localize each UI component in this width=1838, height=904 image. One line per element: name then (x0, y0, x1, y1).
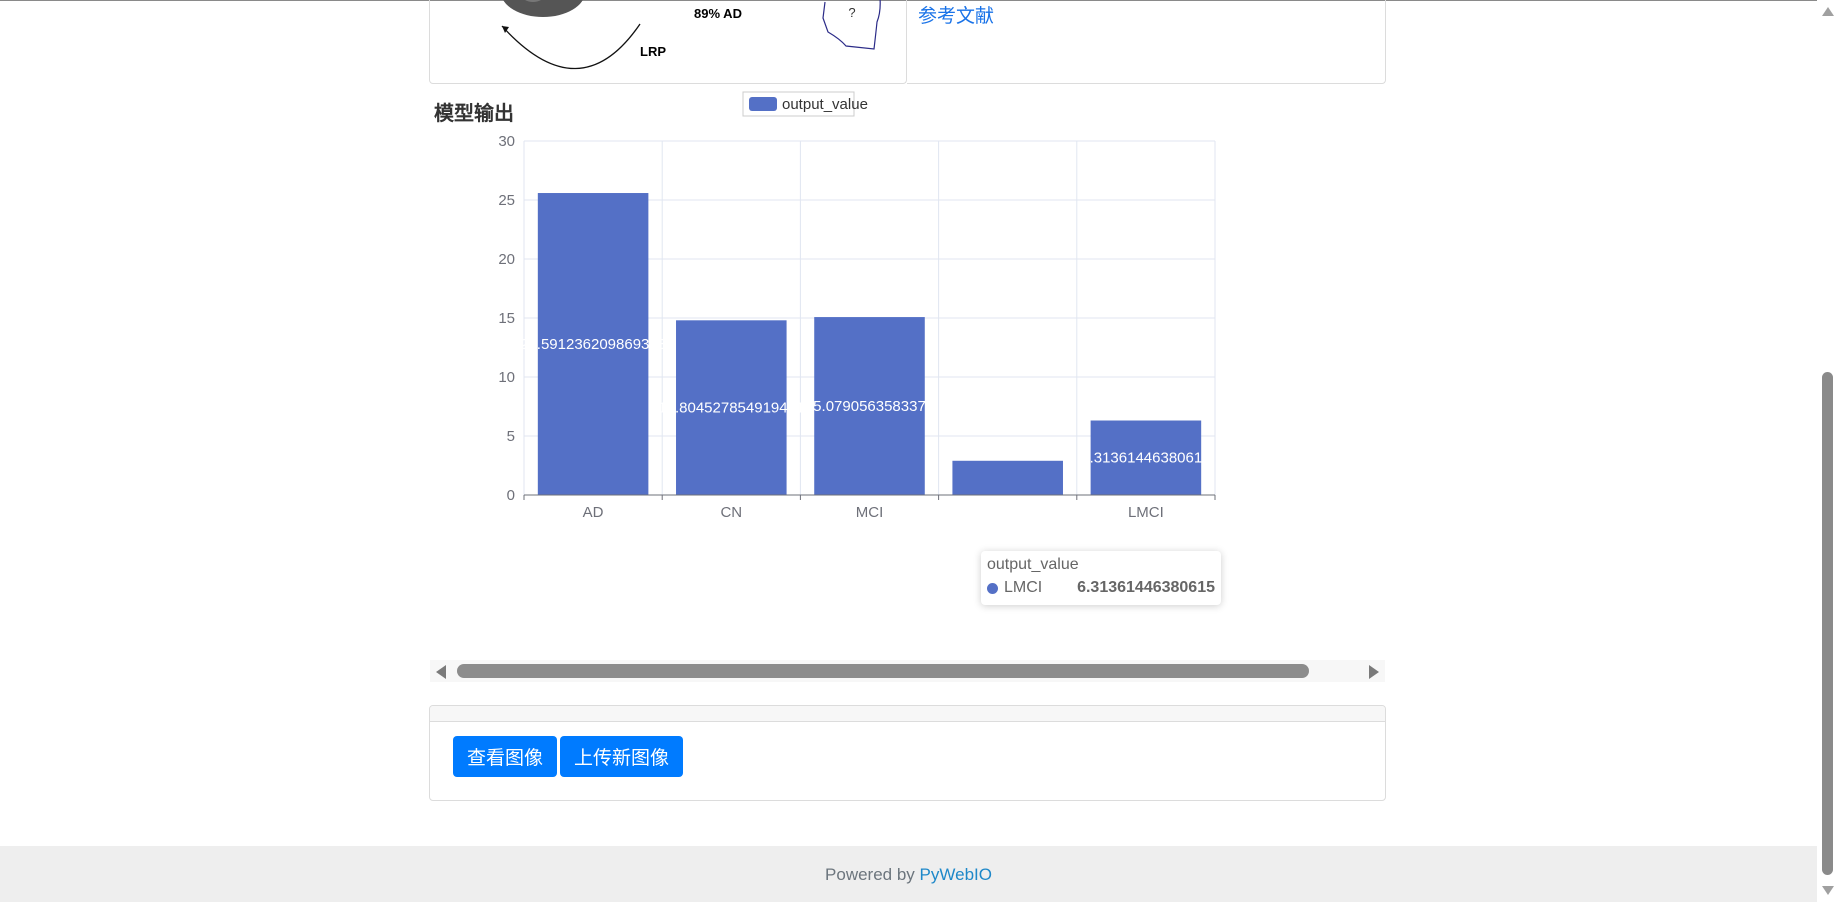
footer-powered-by: Powered by (825, 865, 920, 884)
scroll-up-icon[interactable] (1822, 7, 1834, 16)
x-tick-label: AD (583, 504, 604, 521)
output-bar-chart: 25.591236209869383 14.804527854919431 15.0… (498, 91, 1216, 521)
scroll-right-icon[interactable] (1369, 665, 1379, 679)
tooltip-value: 6.31361446380615 (1077, 579, 1215, 596)
footer: Powered by PyWebIO (0, 846, 1817, 902)
y-tick-label: 10 (498, 369, 515, 386)
legend-swatch (749, 97, 777, 111)
view-image-button[interactable]: 查看图像 (453, 736, 558, 777)
horizontal-scrollbar[interactable] (430, 660, 1385, 682)
lrp-arrow-curve (501, 23, 641, 70)
bar (952, 460, 1063, 495)
tooltip-category: LMCI (1004, 579, 1043, 596)
bar-value-label: 14.804527854919431 (658, 400, 804, 417)
actions-card-header (430, 706, 1385, 722)
bar-value-label: 6.31361446380615 (1081, 450, 1210, 467)
vertical-scroll-thumb[interactable] (1822, 372, 1833, 875)
upload-new-image-button[interactable]: 上传新图像 (560, 736, 684, 777)
bar-value-label: 15.0790563583374 (805, 398, 934, 415)
y-tick-label: 15 (498, 310, 515, 327)
x-tick-label: LMCI (1128, 504, 1164, 521)
actions-card: 查看图像 上传新图像 (429, 705, 1386, 801)
chart-tooltip: output_value LMCI 6.31361446380615 (981, 551, 1221, 605)
vertical-scrollbar[interactable] (1817, 0, 1838, 902)
x-tick-label: MCI (856, 504, 884, 521)
y-tick-label: 5 (507, 428, 515, 445)
references-link[interactable]: 参考文献 (918, 1, 994, 28)
bar-value-label: 25.591236209869383 (520, 336, 666, 353)
brain-image (503, 0, 583, 17)
y-tick-label: 0 (507, 487, 515, 504)
tooltip-series-dot (987, 582, 998, 594)
tooltip-title: output_value (987, 556, 1079, 573)
tooltip-row: LMCI 6.31361446380615 (987, 576, 1215, 600)
diagnosis-label: 89% AD (694, 6, 742, 21)
horizontal-scroll-thumb[interactable] (457, 664, 1309, 678)
question-mark-label: ? (848, 5, 855, 20)
scroll-left-icon[interactable] (436, 665, 446, 679)
legend-label: output_value (782, 96, 868, 113)
y-tick-label: 30 (498, 133, 515, 150)
x-tick-label: CN (720, 504, 742, 521)
y-tick-label: 20 (498, 251, 515, 268)
scroll-down-icon[interactable] (1822, 886, 1834, 895)
diagram-illustration: 89% AD LRP ? (501, 0, 881, 70)
chart-legend[interactable]: output_value (742, 91, 868, 117)
diagram-card: 89% AD LRP ? (429, 0, 907, 84)
lrp-label: LRP (640, 44, 666, 59)
pywebio-link[interactable]: PyWebIO (920, 865, 992, 884)
y-tick-label: 25 (498, 192, 515, 209)
